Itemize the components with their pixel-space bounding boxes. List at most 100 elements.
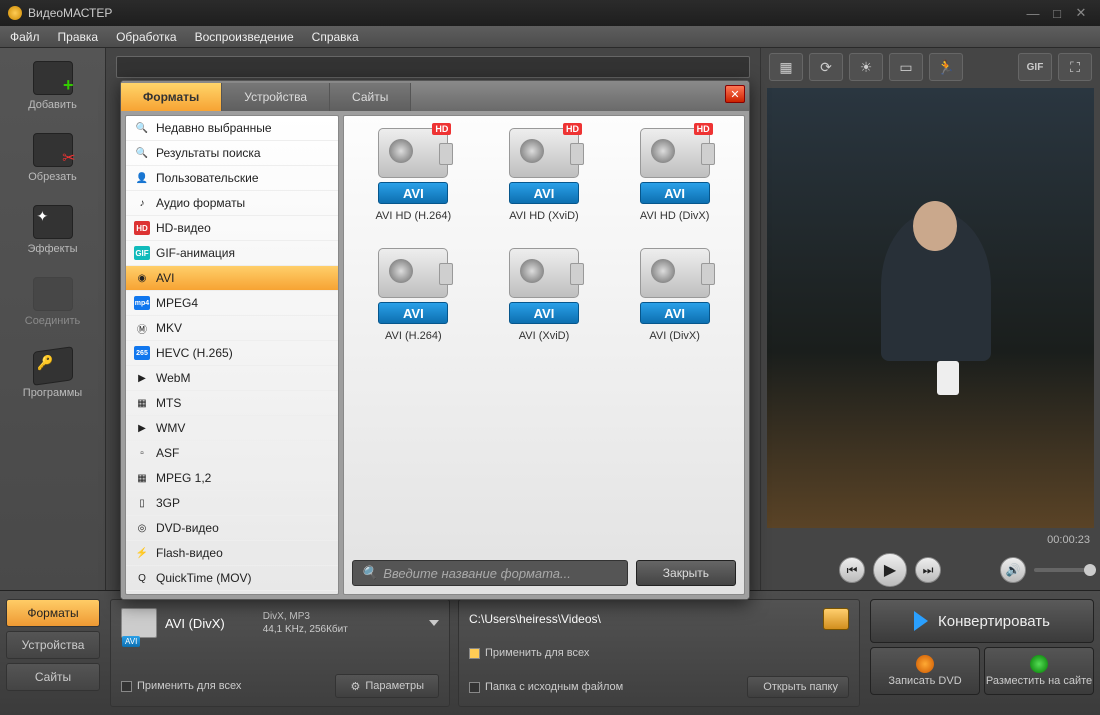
format-label: AVI (H.264) (385, 330, 442, 342)
preview-panel: ▦ ⟳ ☀ ▭ 🏃 GIF ⛶ 00:00:23 ⏮ ▶ ⏭ (760, 48, 1100, 590)
convert-button[interactable]: Конвертировать (870, 599, 1094, 643)
center-search-input[interactable] (116, 56, 750, 78)
tool-gif-button[interactable]: GIF (1018, 53, 1052, 81)
menu-process[interactable]: Обработка (116, 30, 177, 44)
category-item[interactable]: ⚡Flash-видео (126, 541, 338, 566)
category-item[interactable]: 265HEVC (H.265) (126, 341, 338, 366)
camera-icon (509, 248, 579, 298)
output-path-box: C:\Users\heiress\Videos\ Применить для в… (458, 599, 860, 707)
category-item[interactable]: 🔍Недавно выбранные (126, 116, 338, 141)
menu-edit[interactable]: Правка (58, 30, 99, 44)
codec-dropdown-icon[interactable] (429, 620, 439, 626)
sidebar-join-label: Соединить (25, 315, 81, 327)
menu-help[interactable]: Справка (312, 30, 359, 44)
browse-folder-button[interactable] (823, 608, 849, 630)
format-label: AVI HD (XviD) (509, 210, 578, 222)
tool-fullscreen-icon[interactable]: ⛶ (1058, 53, 1092, 81)
category-item[interactable]: mp4MPEG4 (126, 291, 338, 316)
category-item[interactable]: QQuickTime (MOV) (126, 566, 338, 591)
close-icon[interactable]: ✕ (1070, 6, 1092, 20)
modal-tab-formats[interactable]: Форматы (121, 83, 222, 111)
codec-apply-all-checkbox[interactable]: Применить для всех (121, 680, 241, 692)
category-item[interactable]: HDHD-видео (126, 216, 338, 241)
sidebar: Добавить Обрезать Эффекты Соединить Прог… (0, 48, 106, 590)
category-item[interactable]: GIFGIF-анимация (126, 241, 338, 266)
tool-brightness-icon[interactable]: ☀ (849, 53, 883, 81)
sidebar-programs[interactable]: Программы (14, 344, 92, 404)
category-label: Недавно выбранные (156, 121, 272, 135)
sidebar-cut[interactable]: Обрезать (14, 128, 92, 188)
format-card[interactable]: AVIAVI (DivX) (609, 244, 740, 364)
publish-web-button[interactable]: Разместить на сайте (984, 647, 1094, 695)
category-item[interactable]: ◎DVD-видео (126, 516, 338, 541)
category-item[interactable]: ▶WebM (126, 366, 338, 391)
tool-trim-icon[interactable]: ▭ (889, 53, 923, 81)
cut-icon (33, 133, 73, 167)
modal-tab-sites[interactable]: Сайты (330, 83, 411, 111)
format-card[interactable]: HDAVIAVI HD (XviD) (479, 124, 610, 244)
category-label: WMV (156, 421, 185, 435)
category-label: MPEG 1,2 (156, 471, 211, 485)
format-tag: AVI (640, 182, 710, 204)
search-icon: 🔍 (361, 565, 377, 581)
volume-slider[interactable] (1034, 568, 1090, 572)
category-item[interactable]: ▶WMV (126, 416, 338, 441)
open-folder-label: Открыть папку (763, 681, 838, 693)
play-button[interactable]: ▶ (873, 553, 907, 587)
category-item[interactable]: ▯3GP (126, 491, 338, 516)
sidebar-join[interactable]: Соединить (14, 272, 92, 332)
formats-modal: Форматы Устройства Сайты ✕ 🔍Недавно выбр… (120, 80, 750, 600)
category-icon: 🔍 (134, 146, 150, 160)
format-card[interactable]: HDAVIAVI HD (DivX) (609, 124, 740, 244)
hd-badge: HD (563, 123, 582, 135)
source-folder-checkbox[interactable]: Папка с исходным файлом (469, 681, 623, 693)
category-icon: Ⓜ (134, 321, 150, 335)
sidebar-add[interactable]: Добавить (14, 56, 92, 116)
category-label: Пользовательские (156, 171, 259, 185)
codec-apply-all-label: Применить для всех (137, 680, 241, 692)
category-item[interactable]: 🔍Результаты поиска (126, 141, 338, 166)
category-item[interactable]: 👤Пользовательские (126, 166, 338, 191)
format-card[interactable]: AVIAVI (XviD) (479, 244, 610, 364)
app-title: ВидеоМАСТЕР (28, 6, 112, 20)
format-card[interactable]: AVI AVI (H.264) (348, 244, 479, 364)
category-item[interactable]: ▦MPEG 1,2 (126, 466, 338, 491)
open-folder-button[interactable]: Открыть папку (747, 676, 849, 698)
params-button[interactable]: ⚙Параметры (335, 674, 439, 698)
category-item[interactable]: ♪Аудио форматы (126, 191, 338, 216)
prev-frame-button[interactable]: ⏮ (839, 557, 865, 583)
next-frame-button[interactable]: ⏭ (915, 557, 941, 583)
category-item[interactable]: ◉AVI (126, 266, 338, 291)
bottom-tab-sites[interactable]: Сайты (6, 663, 100, 691)
format-tag: AVI (378, 302, 448, 324)
maximize-icon[interactable]: □ (1046, 6, 1068, 20)
category-label: ASF (156, 446, 179, 460)
menu-file[interactable]: Файл (10, 30, 40, 44)
modal-close-icon[interactable]: ✕ (725, 85, 745, 103)
sidebar-effects[interactable]: Эффекты (14, 200, 92, 260)
camera-icon: HD (378, 128, 448, 178)
minimize-icon[interactable]: ― (1022, 6, 1044, 20)
burn-dvd-button[interactable]: Записать DVD (870, 647, 980, 695)
format-search-input[interactable]: 🔍Введите название формата... (352, 560, 628, 586)
tool-crop-icon[interactable]: ▦ (769, 53, 803, 81)
volume-icon[interactable]: 🔊 (1000, 557, 1026, 583)
category-item[interactable]: ▦MTS (126, 391, 338, 416)
tool-speed-icon[interactable]: 🏃 (929, 53, 963, 81)
preview-video[interactable] (767, 88, 1094, 528)
path-apply-all-checkbox[interactable]: Применить для всех (469, 647, 589, 659)
tool-rotate-icon[interactable]: ⟳ (809, 53, 843, 81)
modal-category-list[interactable]: 🔍Недавно выбранные🔍Результаты поиска👤Пол… (125, 115, 339, 595)
menu-playback[interactable]: Воспроизведение (195, 30, 294, 44)
modal-close-button[interactable]: Закрыть (636, 560, 736, 586)
codec-box[interactable]: AVI AVI (DivX) DivX, MP3 44,1 KHz, 256Кб… (110, 599, 450, 707)
category-label: MTS (156, 396, 181, 410)
category-item[interactable]: ▫ASF (126, 441, 338, 466)
format-card[interactable]: HDAVIAVI HD (H.264) (348, 124, 479, 244)
modal-tab-devices[interactable]: Устройства (222, 83, 330, 111)
category-item[interactable]: ⓂMKV (126, 316, 338, 341)
camera-icon: HD (509, 128, 579, 178)
codec-line2: 44,1 KHz, 256Кбит (263, 623, 348, 636)
bottom-tab-formats[interactable]: Форматы (6, 599, 100, 627)
bottom-tab-devices[interactable]: Устройства (6, 631, 100, 659)
